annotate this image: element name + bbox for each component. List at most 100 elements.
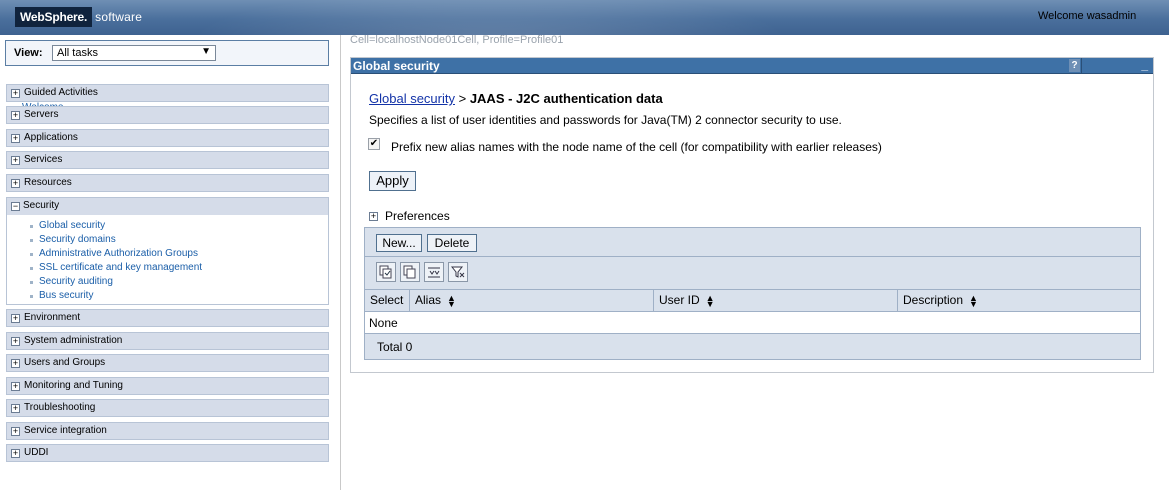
nav-group-resources[interactable]: + Resources [6, 174, 329, 192]
bullet-icon [30, 225, 33, 228]
page-description: Specifies a list of user identities and … [369, 113, 842, 127]
expand-icon[interactable]: + [11, 134, 20, 143]
nav-group-guided-activities[interactable]: + Guided Activities [6, 84, 329, 102]
preferences-expand-icon[interactable]: + [369, 212, 378, 221]
show-filter-icon[interactable] [424, 262, 444, 282]
expand-icon[interactable]: + [11, 314, 20, 323]
view-select[interactable]: All tasks ▼ [52, 45, 216, 61]
apply-button[interactable]: Apply [369, 171, 416, 191]
nav-group-label: System administration [24, 335, 123, 346]
nav-group-label: Security [23, 200, 60, 211]
expand-icon[interactable]: + [11, 449, 20, 458]
sort-icon[interactable]: ▲ ▼ [969, 293, 978, 308]
bullet-icon [30, 253, 33, 256]
nav-group-uddi[interactable]: + UDDI [6, 444, 329, 462]
nav-group-label: Guided Activities [24, 87, 98, 98]
new-button[interactable]: New... [376, 234, 422, 252]
minimize-button[interactable]: _ [1081, 58, 1153, 73]
nav-group-label: Services [24, 154, 63, 165]
expand-icon[interactable]: + [11, 89, 20, 98]
nav-link-bus-security[interactable]: Bus security [39, 290, 93, 301]
expand-icon[interactable]: + [11, 337, 20, 346]
navigation-tree: View: All tasks ▼ Welcome + Guided Activ… [0, 35, 341, 490]
preferences-toggle[interactable]: Preferences [385, 209, 450, 223]
view-selected-value: All tasks [57, 47, 98, 59]
logo-suffix: software [95, 10, 143, 24]
view-filter: View: All tasks ▼ [5, 40, 329, 66]
nav-group-environment[interactable]: + Environment [6, 309, 329, 327]
deselect-all-icon[interactable] [400, 262, 420, 282]
table-button-bar: New... Delete [365, 228, 1140, 257]
column-header-label: User ID [659, 293, 700, 307]
expand-icon[interactable]: + [11, 156, 20, 165]
breadcrumb: Global security > JAAS - J2C authenticat… [369, 91, 663, 106]
table-header-row: Select Alias ▲ ▼ User ID ▲ ▼ Description ▲ ▼ [365, 290, 1140, 312]
column-header-select: Select [365, 290, 410, 312]
expand-icon[interactable]: + [11, 359, 20, 368]
nav-link-security-auditing[interactable]: Security auditing [39, 276, 113, 287]
expand-icon[interactable]: + [11, 404, 20, 413]
nav-group-label: Resources [24, 177, 72, 188]
nav-group-applications[interactable]: + Applications [6, 129, 329, 147]
table-empty-row: None [365, 312, 1140, 334]
panel-title: Global security [353, 59, 440, 73]
nav-group-label: UDDI [24, 447, 49, 458]
column-header-label: Select [370, 293, 404, 307]
expand-icon[interactable]: + [11, 382, 20, 391]
expand-icon[interactable]: + [11, 427, 20, 436]
bullet-icon [30, 281, 33, 284]
welcome-user: Welcome wasadmin [1038, 10, 1137, 22]
column-header-label: Description [903, 293, 964, 307]
view-label: View: [14, 47, 43, 59]
clear-filter-icon[interactable] [448, 262, 468, 282]
prefix-alias-checkbox[interactable]: ✔ [368, 138, 380, 150]
nav-link-global-security[interactable]: Global security [39, 220, 105, 231]
nav-link-ssl-certificate[interactable]: SSL certificate and key management [39, 262, 202, 273]
nav-group-label: Users and Groups [24, 357, 106, 368]
column-header-description[interactable]: Description ▲ ▼ [898, 290, 1140, 312]
breadcrumb-link-global-security[interactable]: Global security [369, 91, 455, 106]
breadcrumb-separator: > [454, 91, 470, 106]
banner: WebSphere. software Welcome wasadmin [0, 0, 1169, 35]
nav-group-system-administration[interactable]: + System administration [6, 332, 329, 350]
panel-title-bar: Global security ? _ [351, 58, 1153, 74]
expand-icon[interactable]: + [11, 179, 20, 188]
nav-group-security: − Security Global security Security doma… [6, 197, 329, 305]
bullet-icon [30, 267, 33, 270]
nav-group-monitoring-and-tuning[interactable]: + Monitoring and Tuning [6, 377, 329, 395]
column-header-user-id[interactable]: User ID ▲ ▼ [654, 290, 898, 312]
nav-group-security-header[interactable]: − Security [7, 198, 328, 215]
nav-group-label: Applications [24, 132, 78, 143]
help-icon[interactable]: ? [1069, 59, 1080, 72]
table-total: Total 0 [365, 335, 1140, 359]
nav-group-label: Troubleshooting [24, 402, 96, 413]
select-all-icon[interactable] [376, 262, 396, 282]
dropdown-arrow-icon: ▼ [201, 46, 211, 57]
sort-icon[interactable]: ▲ ▼ [706, 293, 715, 308]
nav-link-security-domains[interactable]: Security domains [39, 234, 116, 245]
sort-icon[interactable]: ▲ ▼ [447, 293, 456, 308]
expand-icon[interactable]: + [11, 111, 20, 120]
nav-link-admin-authorization-groups[interactable]: Administrative Authorization Groups [39, 248, 198, 259]
nav-group-label: Monitoring and Tuning [24, 380, 123, 391]
nav-group-service-integration[interactable]: + Service integration [6, 422, 329, 440]
bullet-icon [30, 239, 33, 242]
delete-button[interactable]: Delete [427, 234, 477, 252]
collapse-icon[interactable]: − [11, 202, 20, 211]
prefix-alias-checkbox-label: Prefix new alias names with the node nam… [391, 140, 882, 154]
nav-group-troubleshooting[interactable]: + Troubleshooting [6, 399, 329, 417]
nav-group-services[interactable]: + Services [6, 151, 329, 169]
bullet-icon [30, 295, 33, 298]
logo-brand: WebSphere. [15, 7, 93, 27]
column-header-alias[interactable]: Alias ▲ ▼ [410, 290, 654, 312]
nav-group-label: Service integration [24, 425, 107, 436]
minimize-icon: _ [1141, 58, 1148, 72]
nav-group-label: Servers [24, 109, 59, 120]
nav-group-servers[interactable]: + Servers [6, 106, 329, 124]
nav-group-users-and-groups[interactable]: + Users and Groups [6, 354, 329, 372]
alias-collection-table: New... Delete Select Alias ▲ ▼ User ID ▲ ▼ D… [364, 227, 1141, 360]
nav-group-label: Environment [24, 312, 81, 323]
banner-decoration [140, 0, 840, 35]
websphere-logo: WebSphere. software [15, 7, 142, 27]
column-header-label: Alias [415, 293, 442, 307]
